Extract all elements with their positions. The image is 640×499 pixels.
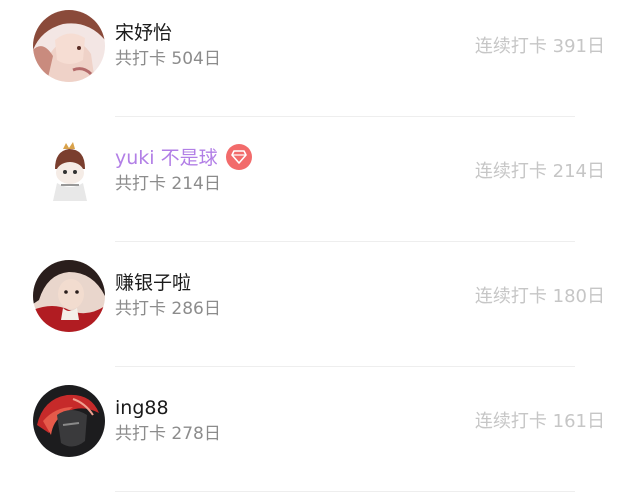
row-divider <box>115 116 575 117</box>
list-item[interactable]: 宋妤怡 共打卡 504日 连续打卡 391日 <box>0 0 640 124</box>
streak-checkin-count: 连续打卡 214日 <box>474 161 605 182</box>
total-checkin-count: 共打卡 504日 <box>115 49 221 69</box>
user-name: 赚银子啦 <box>115 272 192 294</box>
streak-checkin-count: 连续打卡 391日 <box>474 36 605 57</box>
total-checkin-count: 共打卡 214日 <box>115 174 221 194</box>
total-checkin-count: 共打卡 286日 <box>115 299 221 319</box>
row-divider <box>115 241 575 242</box>
avatar[interactable] <box>33 135 105 207</box>
row-divider <box>115 366 575 367</box>
checkin-list: 宋妤怡 共打卡 504日 连续打卡 391日 yuki 不是球 共打卡 214日… <box>0 0 640 492</box>
streak-checkin-count: 连续打卡 161日 <box>474 411 605 432</box>
avatar[interactable] <box>33 260 105 332</box>
avatar[interactable] <box>33 385 105 457</box>
list-item[interactable]: yuki 不是球 共打卡 214日 连续打卡 214日 <box>0 125 640 249</box>
list-item[interactable]: 赚银子啦 共打卡 286日 连续打卡 180日 <box>0 250 640 374</box>
user-name: 宋妤怡 <box>115 22 173 44</box>
diamond-icon <box>230 150 247 164</box>
user-name: ing88 <box>115 397 169 419</box>
user-name: yuki 不是球 <box>115 144 252 171</box>
list-item[interactable]: ing88 共打卡 278日 连续打卡 161日 <box>0 375 640 499</box>
user-name-text: yuki 不是球 <box>115 147 218 169</box>
streak-checkin-count: 连续打卡 180日 <box>474 286 605 307</box>
total-checkin-count: 共打卡 278日 <box>115 424 221 444</box>
vip-diamond-badge <box>225 144 252 170</box>
avatar[interactable] <box>33 10 105 82</box>
